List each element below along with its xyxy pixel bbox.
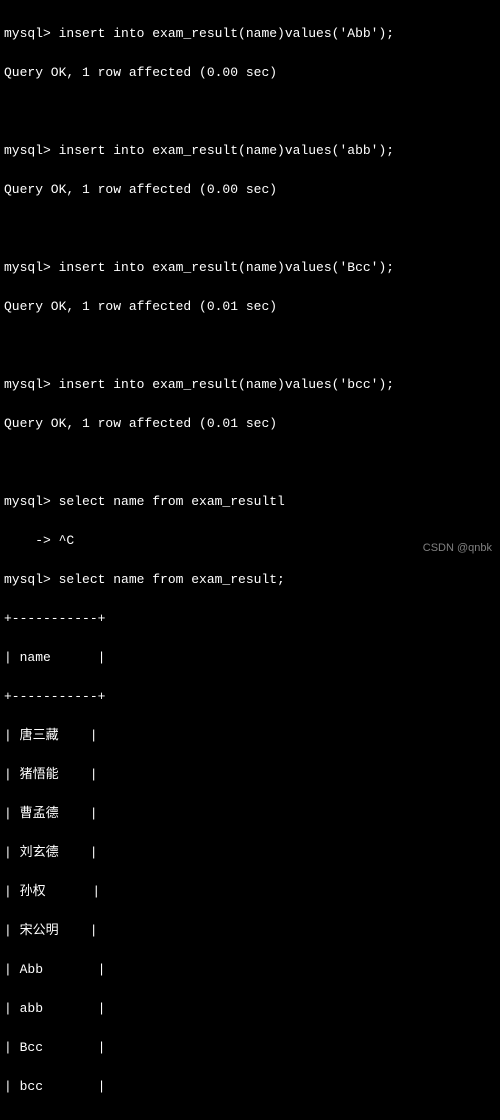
table-row: | 孙权 | — [4, 882, 496, 902]
select-line: mysql> select name from exam_result; — [4, 570, 496, 590]
insert-suffix: '); — [371, 26, 394, 41]
blank-line — [4, 219, 496, 239]
cancel-marker: ^C — [59, 533, 75, 548]
table-sep-border: +-----------+ — [4, 687, 496, 707]
insert-response-1: Query OK, 1 row affected (0.00 sec) — [4, 180, 496, 200]
mysql-prompt[interactable]: mysql> — [4, 572, 59, 587]
insert-suffix: '); — [371, 143, 394, 158]
table-row: | 刘玄德 | — [4, 843, 496, 863]
insert-prefix: insert into exam_result(name)values(' — [59, 377, 348, 392]
table-bottom-border: +-----------+ — [4, 1116, 496, 1120]
terminal-output: mysql> insert into exam_result(name)valu… — [4, 4, 496, 1120]
select-stmt: select name from exam_result; — [59, 572, 285, 587]
insert-line-2: mysql> insert into exam_result(name)valu… — [4, 258, 496, 278]
table-top-border: +-----------+ — [4, 609, 496, 629]
insert-line-0: mysql> insert into exam_result(name)valu… — [4, 24, 496, 44]
table-row: | 宋公明 | — [4, 921, 496, 941]
insert-prefix: insert into exam_result(name)values(' — [59, 26, 348, 41]
table-row: | abb | — [4, 999, 496, 1019]
blank-line — [4, 336, 496, 356]
mysql-prompt[interactable]: mysql> — [4, 26, 59, 41]
insert-line-3: mysql> insert into exam_result(name)valu… — [4, 375, 496, 395]
insert-value: abb — [347, 143, 370, 158]
mysql-prompt[interactable]: mysql> — [4, 260, 59, 275]
watermark: CSDN @qnbk — [423, 540, 492, 557]
typo-select-stmt: select name from exam_resultl — [59, 494, 285, 509]
insert-line-1: mysql> insert into exam_result(name)valu… — [4, 141, 496, 161]
insert-suffix: '); — [371, 260, 394, 275]
table-row: | Abb | — [4, 960, 496, 980]
table-row: | 曹孟德 | — [4, 804, 496, 824]
blank-line — [4, 453, 496, 473]
mysql-prompt[interactable]: mysql> — [4, 377, 59, 392]
insert-value: Bcc — [347, 260, 370, 275]
insert-response-2: Query OK, 1 row affected (0.01 sec) — [4, 297, 496, 317]
continuation-prompt[interactable]: -> — [4, 533, 59, 548]
insert-value: Abb — [347, 26, 370, 41]
mysql-prompt[interactable]: mysql> — [4, 494, 59, 509]
insert-suffix: '); — [371, 377, 394, 392]
table-row: | Bcc | — [4, 1038, 496, 1058]
mysql-prompt[interactable]: mysql> — [4, 143, 59, 158]
table-row: | 猪悟能 | — [4, 765, 496, 785]
table-row: | bcc | — [4, 1077, 496, 1097]
table-header: | name | — [4, 648, 496, 668]
insert-response-3: Query OK, 1 row affected (0.01 sec) — [4, 414, 496, 434]
blank-line — [4, 102, 496, 122]
insert-prefix: insert into exam_result(name)values(' — [59, 260, 348, 275]
typo-select-line: mysql> select name from exam_resultl — [4, 492, 496, 512]
insert-prefix: insert into exam_result(name)values(' — [59, 143, 348, 158]
insert-value: bcc — [347, 377, 370, 392]
table-row: | 唐三藏 | — [4, 726, 496, 746]
insert-response-0: Query OK, 1 row affected (0.00 sec) — [4, 63, 496, 83]
